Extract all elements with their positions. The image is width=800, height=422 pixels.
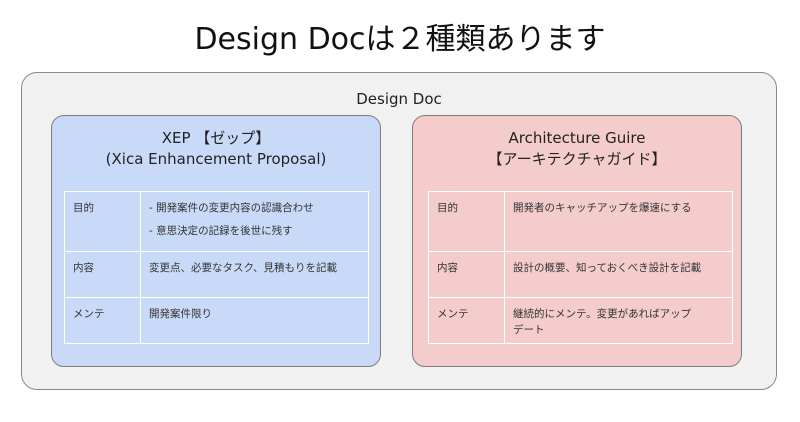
page-title: Design Docは２種類あります — [194, 22, 606, 57]
table-row: メンテ 開発案件限り — [64, 297, 369, 344]
table-row: 目的 - 開発案件の変更内容の認識合わせ - 意思決定の記録を後世に残す — [64, 191, 369, 252]
row-label-maintenance: メンテ — [428, 297, 505, 344]
xep-title-line-2: (Xica Enhancement Proposal) — [105, 150, 327, 168]
row-value-line: - 開発案件の変更内容の認識合わせ — [149, 202, 314, 214]
table-row: 内容 変更点、必要なタスク、見積もりを記載 — [64, 251, 369, 298]
row-value-line: 継続的にメンテ。変更があればアップ — [513, 308, 692, 320]
row-value-line: 変更点、必要なタスク、見積もりを記載 — [149, 262, 338, 274]
architecture-guide-card-title: Architecture Guire 【アーキテクチャガイド】 — [413, 128, 741, 170]
table-row: 内容 設計の概要、知っておくべき設計を記載 — [428, 251, 733, 298]
row-value-purpose: 開発者のキャッチアップを爆速にする — [504, 191, 733, 252]
row-value-purpose: - 開発案件の変更内容の認識合わせ - 意思決定の記録を後世に残す — [140, 191, 369, 252]
xep-card: XEP 【ゼップ】 (Xica Enhancement Proposal) 目的… — [51, 115, 381, 367]
xep-title-line-1: XEP 【ゼップ】 — [161, 129, 271, 147]
xep-card-title: XEP 【ゼップ】 (Xica Enhancement Proposal) — [52, 128, 380, 170]
row-value-line: 設計の概要、知っておくべき設計を記載 — [513, 262, 702, 274]
design-doc-label: Design Doc — [356, 90, 442, 108]
row-label-maintenance: メンテ — [64, 297, 141, 344]
table-row: メンテ 継続的にメンテ。変更があればアップ デート — [428, 297, 733, 344]
row-label-purpose: 目的 — [64, 191, 141, 252]
architecture-title-line-2: 【アーキテクチャガイド】 — [487, 150, 667, 168]
row-value-line: - 意思決定の記録を後世に残す — [149, 225, 293, 237]
row-value-line: 開発者のキャッチアップを爆速にする — [513, 202, 692, 214]
row-value-maintenance: 継続的にメンテ。変更があればアップ デート — [504, 297, 733, 344]
design-doc-container: Design Doc XEP 【ゼップ】 (Xica Enhancement P… — [21, 72, 777, 390]
architecture-guide-table: 目的 開発者のキャッチアップを爆速にする 内容 設計の概要、知っておくべき設計を… — [428, 191, 733, 344]
row-label-content: 内容 — [428, 251, 505, 298]
xep-table: 目的 - 開発案件の変更内容の認識合わせ - 意思決定の記録を後世に残す 内容 … — [64, 191, 369, 344]
row-value-line: デート — [513, 324, 545, 336]
row-label-purpose: 目的 — [428, 191, 505, 252]
row-value-maintenance: 開発案件限り — [140, 297, 369, 344]
row-value-content: 設計の概要、知っておくべき設計を記載 — [504, 251, 733, 298]
architecture-guide-card: Architecture Guire 【アーキテクチャガイド】 目的 開発者のキ… — [412, 115, 742, 367]
row-label-content: 内容 — [64, 251, 141, 298]
table-row: 目的 開発者のキャッチアップを爆速にする — [428, 191, 733, 252]
row-value-line: 開発案件限り — [149, 308, 212, 320]
architecture-title-line-1: Architecture Guire — [508, 129, 646, 147]
row-value-content: 変更点、必要なタスク、見積もりを記載 — [140, 251, 369, 298]
